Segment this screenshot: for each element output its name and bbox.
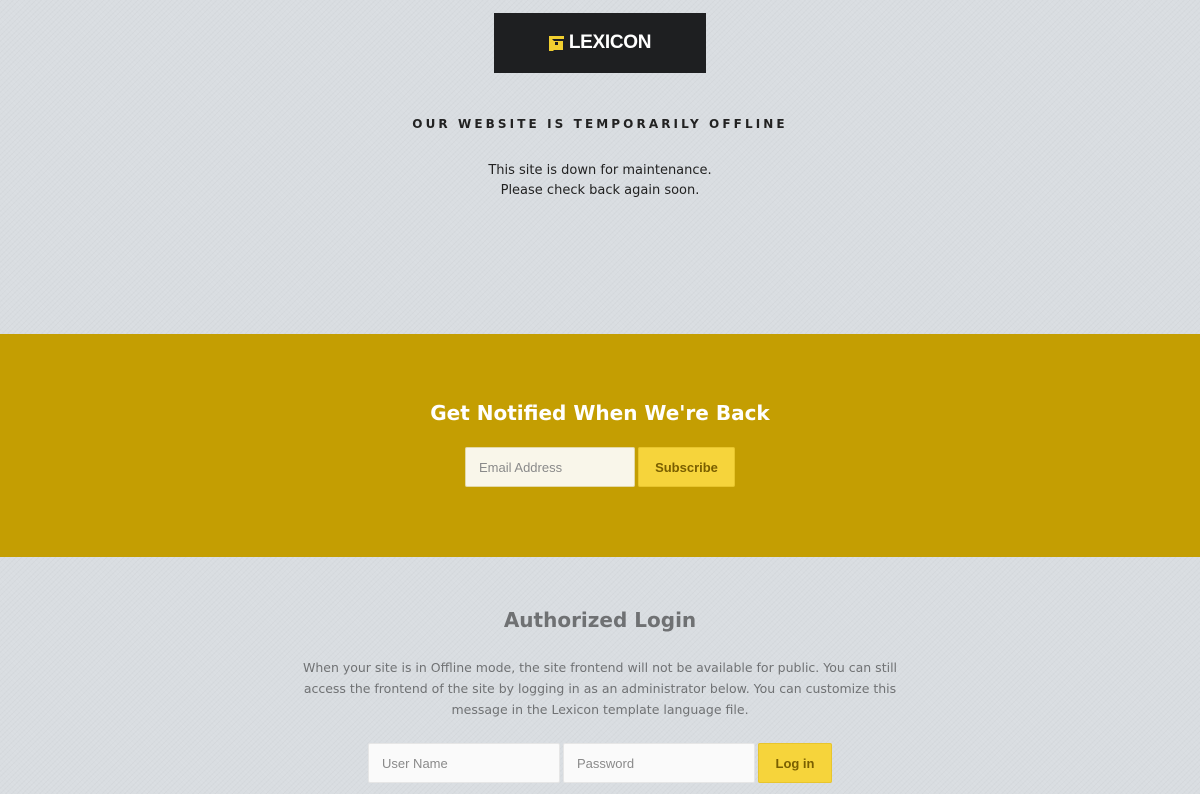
offline-title: OUR WEBSITE IS TEMPORARILY OFFLINE: [412, 117, 788, 131]
logo-text: LEXICON: [568, 32, 652, 53]
offline-message-line-1: This site is down for maintenance.: [488, 163, 712, 178]
subscribe-button[interactable]: Subscribe: [638, 447, 735, 487]
login-description: When your site is in Offline mode, the s…: [300, 657, 900, 720]
login-title: Authorized Login: [503, 608, 697, 632]
offline-header-section: LEXICON OUR WEBSITE IS TEMPORARILY OFFLI…: [0, 0, 1200, 334]
password-field[interactable]: [563, 743, 755, 783]
email-field[interactable]: [465, 447, 635, 487]
login-description-line-1: When your site is in Offline mode, the s…: [302, 660, 898, 675]
site-logo[interactable]: LEXICON: [494, 13, 706, 73]
lexicon-logo-icon: [548, 35, 565, 52]
login-button[interactable]: Log in: [758, 743, 832, 783]
notify-title: Get Notified When We're Back: [430, 401, 770, 425]
offline-message: This site is down for maintenance. Pleas…: [0, 161, 1200, 201]
notify-section: Get Notified When We're Back Subscribe: [0, 334, 1200, 557]
username-field[interactable]: [368, 743, 560, 783]
login-description-line-2: access the frontend of the site by loggi…: [303, 681, 897, 696]
offline-message-line-2: Please check back again soon.: [500, 183, 700, 198]
login-description-line-3: message in the Lexicon template language…: [451, 702, 749, 717]
